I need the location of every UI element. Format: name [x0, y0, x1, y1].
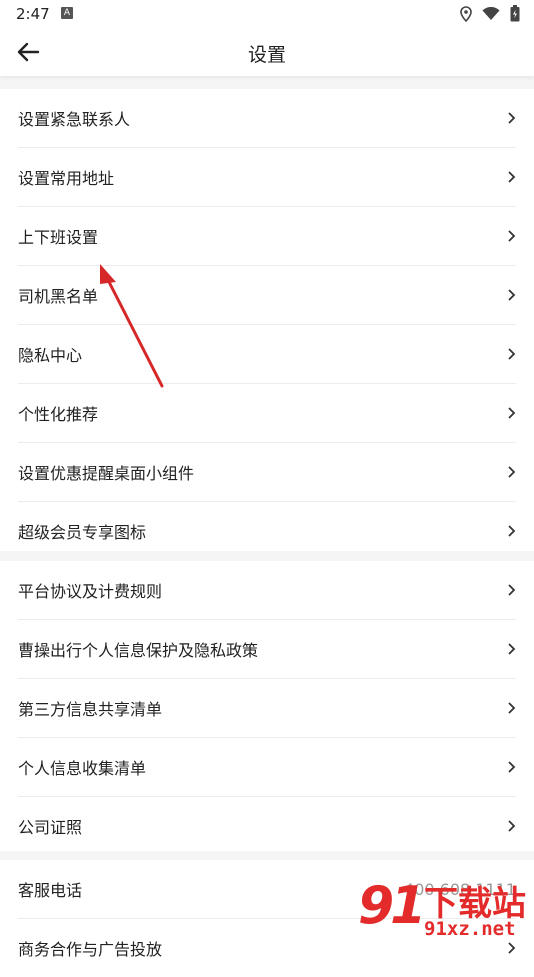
row-label: 上下班设置	[18, 228, 99, 247]
chevron-right-icon	[508, 761, 516, 773]
row-label: 曹操出行个人信息保护及隐私政策	[18, 641, 259, 660]
chevron-right-icon	[508, 348, 516, 360]
row-platform-agreement[interactable]: 平台协议及计费规则	[18, 561, 516, 620]
row-discount-widget[interactable]: 设置优惠提醒桌面小组件	[18, 443, 516, 502]
settings-section-general: 设置紧急联系人 设置常用地址 上下班设置 司机黑名单 隐私中心 个性化推荐 设置…	[0, 89, 534, 560]
chevron-right-icon	[508, 112, 516, 124]
chevron-right-icon	[508, 702, 516, 714]
chevron-right-icon	[508, 466, 516, 478]
watermark-logo: 91 下载站 91xz.net	[358, 870, 528, 950]
row-emergency-contact[interactable]: 设置紧急联系人	[18, 89, 516, 148]
chevron-right-icon	[508, 289, 516, 301]
top-app-bar: 设置	[0, 28, 534, 76]
row-frequent-address[interactable]: 设置常用地址	[18, 148, 516, 207]
section-separator	[0, 551, 534, 561]
status-bar: 2:47 A	[0, 0, 534, 28]
row-label: 隐私中心	[18, 346, 83, 365]
chevron-right-icon	[508, 171, 516, 183]
chevron-right-icon	[508, 584, 516, 596]
chevron-right-icon	[508, 820, 516, 832]
row-driver-blacklist[interactable]: 司机黑名单	[18, 266, 516, 325]
row-label: 平台协议及计费规则	[18, 582, 163, 601]
row-commute-settings[interactable]: 上下班设置	[18, 207, 516, 266]
row-info-collection[interactable]: 个人信息收集清单	[18, 738, 516, 797]
row-label: 公司证照	[18, 818, 83, 837]
row-label: 超级会员专享图标	[18, 523, 147, 542]
row-privacy-policy[interactable]: 曹操出行个人信息保护及隐私政策	[18, 620, 516, 679]
row-label: 设置优惠提醒桌面小组件	[18, 464, 195, 483]
watermark-number: 91	[358, 876, 426, 936]
chevron-right-icon	[508, 230, 516, 242]
section-separator	[0, 851, 534, 860]
watermark-domain: 91xz.net	[424, 918, 516, 940]
row-personalized-recommendation[interactable]: 个性化推荐	[18, 384, 516, 443]
row-label: 客服电话	[18, 881, 83, 900]
status-icons	[460, 5, 520, 22]
chevron-right-icon	[508, 525, 516, 537]
row-label: 个人信息收集清单	[18, 759, 147, 778]
row-privacy-center[interactable]: 隐私中心	[18, 325, 516, 384]
row-label: 个性化推荐	[18, 405, 99, 424]
status-time: 2:47	[16, 5, 50, 23]
settings-section-legal: 平台协议及计费规则 曹操出行个人信息保护及隐私政策 第三方信息共享清单 个人信息…	[0, 561, 534, 855]
notification-icon: A	[61, 7, 73, 19]
location-icon	[460, 5, 472, 22]
battery-icon	[510, 5, 520, 22]
row-label: 设置常用地址	[18, 169, 115, 188]
chevron-right-icon	[508, 643, 516, 655]
wifi-icon	[482, 6, 500, 20]
row-third-party-sharing[interactable]: 第三方信息共享清单	[18, 679, 516, 738]
row-label: 设置紧急联系人	[18, 110, 131, 129]
section-separator	[0, 76, 534, 89]
row-label: 司机黑名单	[18, 287, 99, 306]
page-title: 设置	[247, 44, 286, 66]
row-label: 第三方信息共享清单	[18, 700, 163, 719]
row-company-license[interactable]: 公司证照	[18, 797, 516, 855]
chevron-right-icon	[508, 407, 516, 419]
row-label: 商务合作与广告投放	[18, 940, 163, 959]
